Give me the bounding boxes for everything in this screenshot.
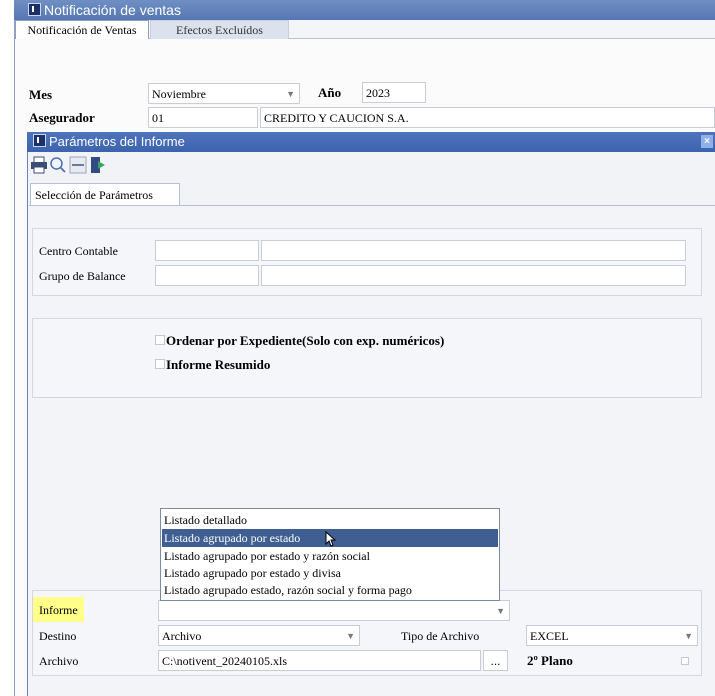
destino-select[interactable]: Archivo ▼ xyxy=(158,625,360,646)
resumido-checkbox[interactable] xyxy=(155,359,165,369)
anio-input[interactable]: 2023 xyxy=(362,82,426,103)
window-title-bar: Notificación de ventas xyxy=(14,0,715,20)
archivo-label: Archivo xyxy=(39,654,79,668)
dropdown-option[interactable]: Listado detallado xyxy=(162,511,498,529)
dropdown-option[interactable]: Listado agrupado por estado y razón soci… xyxy=(162,547,498,565)
tipo-archivo-value: EXCEL xyxy=(530,629,569,643)
search-icon[interactable] xyxy=(49,156,67,174)
mes-select[interactable]: Noviembre ▼ xyxy=(148,83,300,104)
mouse-cursor-icon xyxy=(325,530,337,547)
tab-efectos-excluidos[interactable]: Efectos Excluídos xyxy=(150,20,289,39)
ordenar-checkbox-row[interactable]: Ordenar por Expediente(Solo con exp. num… xyxy=(155,333,444,349)
tipo-archivo-select[interactable]: EXCEL ▼ xyxy=(526,625,698,646)
tipo-archivo-label: Tipo de Archivo xyxy=(401,629,480,643)
resumido-checkbox-row[interactable]: Informe Resumido xyxy=(155,357,270,373)
asegurador-label: Asegurador xyxy=(29,110,95,125)
ordenar-checkbox[interactable] xyxy=(155,335,165,345)
anio-label: Año xyxy=(318,85,342,100)
browse-button[interactable]: ... xyxy=(483,650,508,671)
exit-icon[interactable] xyxy=(89,156,107,174)
opciones-panel xyxy=(32,318,702,398)
app-icon xyxy=(33,134,46,147)
grupo-balance-code-input[interactable] xyxy=(155,265,259,286)
destino-label: Destino xyxy=(39,629,77,643)
chevron-down-icon[interactable]: ▼ xyxy=(684,626,693,645)
centro-contable-desc-field xyxy=(261,240,686,261)
app-icon xyxy=(28,3,41,16)
printer-icon[interactable] xyxy=(30,156,48,174)
centro-contable-label: Centro Contable xyxy=(39,244,118,258)
dropdown-option[interactable]: Listado agrupado por estado y divisa xyxy=(162,564,498,582)
minus-icon[interactable] xyxy=(69,156,87,174)
chevron-down-icon[interactable]: ▼ xyxy=(286,84,295,103)
close-icon[interactable]: × xyxy=(701,135,713,148)
chevron-down-icon[interactable]: ▼ xyxy=(346,626,355,645)
informe-select[interactable]: ▼ xyxy=(158,600,510,621)
mes-value: Noviembre xyxy=(152,87,206,101)
mes-label: Mes xyxy=(29,87,53,102)
chevron-down-icon[interactable]: ▼ xyxy=(496,601,505,620)
asegurador-name-field: CREDITO Y CAUCION S.A. xyxy=(260,107,715,128)
dropdown-option[interactable]: Listado agrupado estado, razón social y … xyxy=(162,581,498,599)
grupo-balance-label: Grupo de Balance xyxy=(39,269,126,283)
dialog-title-bar: Parámetros del Informe × xyxy=(27,132,715,152)
centro-contable-code-input[interactable] xyxy=(155,240,259,261)
informe-label: Informe xyxy=(39,603,78,617)
grupo-balance-desc-field xyxy=(261,265,686,286)
asegurador-code-input[interactable]: 01 xyxy=(148,107,258,128)
ordenar-label: Ordenar por Expediente(Solo con exp. num… xyxy=(166,333,445,348)
window-title: Notificación de ventas xyxy=(44,2,181,18)
segundo-plano-checkbox[interactable] xyxy=(681,657,689,665)
tab-seleccion-parametros[interactable]: Selección de Parámetros xyxy=(30,183,180,205)
tab-notificacion-ventas[interactable]: Notificación de Ventas xyxy=(15,20,149,39)
archivo-input[interactable]: C:\notivent_20240105.xls xyxy=(158,650,481,671)
informe-dropdown-list: Listado detallado Listado agrupado por e… xyxy=(160,508,500,601)
destino-value: Archivo xyxy=(162,629,202,643)
dialog-title: Parámetros del Informe xyxy=(49,134,185,149)
segundo-plano-label: 2º Plano xyxy=(527,653,573,668)
resumido-label: Informe Resumido xyxy=(166,357,271,372)
